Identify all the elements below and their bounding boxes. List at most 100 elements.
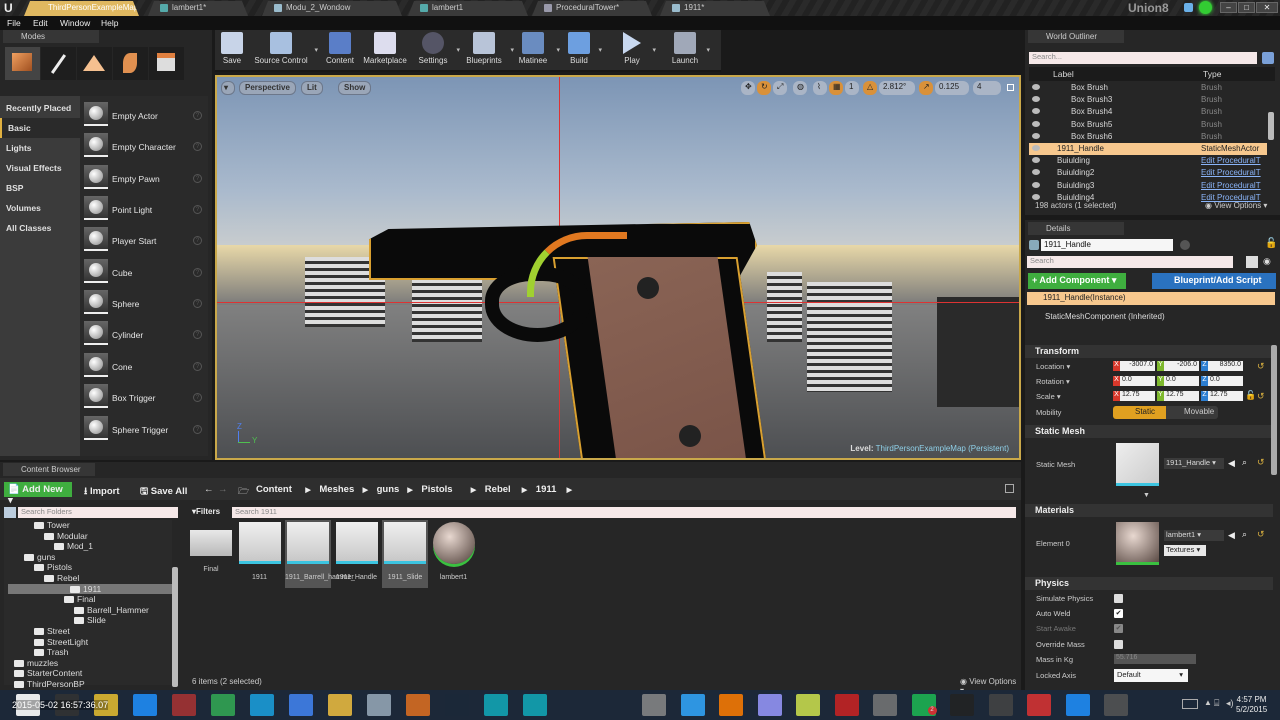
rotation-snap-icon[interactable]: △ [863,81,877,95]
help-icon[interactable] [1180,240,1190,250]
folder-item[interactable]: Rebel [44,573,79,583]
dropdown-icon[interactable]: ▾ [456,46,460,54]
visibility-eye-icon[interactable] [1032,96,1040,103]
tab-procedural-tower[interactable]: ProceduralTower* [532,1,652,16]
category-recently-placed[interactable]: Recently Placed [0,98,80,118]
place-item-cube[interactable]: Cube? [84,259,206,289]
rotation-label[interactable]: Rotation ▾ [1036,377,1070,386]
sources-toggle-icon[interactable] [4,507,16,518]
rotate-icon[interactable]: ↻ [757,81,771,95]
place-item-sphere[interactable]: Sphere? [84,290,206,320]
reset-icon[interactable]: ↺ [1257,361,1265,372]
visibility-eye-icon[interactable] [1032,108,1040,115]
rotation-y-field[interactable]: 0.0 [1157,376,1199,386]
component-row[interactable]: StaticMeshComponent (Inherited) [1045,312,1165,321]
breadcrumb-item[interactable]: 1911 [536,484,557,495]
col-type-header[interactable]: Type [1203,69,1221,79]
folder-item[interactable]: Pistols [34,562,72,572]
details-tab[interactable]: Details [1028,222,1124,235]
play-button[interactable]: Play ▾ [617,32,656,70]
source-control-button[interactable]: Source Control ▾ [253,32,318,70]
marketplace-button[interactable]: Marketplace [361,32,409,70]
expand-icon[interactable]: ▼ [1143,492,1150,499]
notification-icon[interactable] [1199,1,1212,14]
category-volumes[interactable]: Volumes [0,198,80,218]
import-button[interactable]: ⭳ Import [80,482,124,497]
outliner-scrollbar[interactable] [1268,112,1274,140]
folder-item[interactable]: Slide [74,615,106,625]
outliner-view-options[interactable]: ◉ View Options ▾ [1205,201,1267,210]
breadcrumb-separator-icon[interactable]: ▶ [407,486,412,494]
visibility-eye-icon[interactable] [1032,132,1040,139]
grid-size-value[interactable]: 1 [845,81,859,95]
place-item-point-light[interactable]: Point Light? [84,196,206,226]
transform-section-header[interactable]: Transform [1025,345,1273,358]
epic-games-icon[interactable] [950,694,974,716]
landscape-mode-icon[interactable] [77,47,112,80]
place-item-empty-character[interactable]: Empty Character? [84,133,206,163]
blueprint-add-script-button[interactable]: Blueprint/Add Script [1152,273,1276,289]
perspective-button[interactable]: Perspective [239,81,296,95]
help-icon[interactable]: ? [193,142,202,151]
category-visual-effects[interactable]: Visual Effects [0,158,80,178]
steam-icon[interactable] [445,694,469,716]
visibility-eye-icon[interactable] [1032,157,1040,164]
dropdown-icon[interactable]: ▾ [314,46,318,54]
asset-tile[interactable]: 1911_Handle [334,520,380,588]
lock-scale-icon[interactable]: 🔓 [1245,390,1256,401]
network-icon[interactable]: ⌸ [1214,698,1219,709]
outliner-row[interactable]: Buiulding Edit ProceduralT [1029,155,1267,167]
dropdown-icon[interactable]: ▾ [706,46,710,54]
search-icon[interactable] [642,694,666,716]
auto-weld-checkbox[interactable]: ✔ [1114,609,1123,618]
maya-icon[interactable] [484,694,508,716]
use-selected-icon[interactable]: ◀ [1228,458,1235,469]
help-icon[interactable]: ? [193,362,202,371]
save-button[interactable]: Save [219,32,245,70]
scale-label[interactable]: Scale ▾ [1036,392,1061,401]
visibility-eye-icon[interactable] [1032,145,1040,151]
menu-file[interactable]: File [7,18,21,28]
add-actor-icon[interactable] [1262,52,1274,64]
content-button[interactable]: Content [323,32,357,70]
simulate-physics-checkbox[interactable] [1114,594,1123,603]
outliner-row[interactable]: Box Brush5 Brush [1029,119,1267,131]
breadcrumb-separator-icon[interactable]: ▶ [363,486,368,494]
component-instance-row[interactable]: 1911_Handle(Instance) [1027,292,1275,305]
system-clock[interactable]: 4:57 PM 5/2/2015 [1236,695,1267,715]
breadcrumb-item[interactable]: Content [256,484,292,495]
maya-2-icon[interactable] [523,694,547,716]
folder-item[interactable]: muzzles [14,658,58,668]
feedback-icon[interactable] [1184,3,1193,12]
visibility-eye-icon[interactable] [1032,120,1040,127]
show-button[interactable]: Show [338,81,372,95]
breadcrumb-item[interactable]: Meshes [319,484,354,495]
keyboard-icon[interactable] [1182,699,1198,709]
breadcrumb-separator-icon[interactable]: ▶ [305,486,310,494]
place-item-empty-pawn[interactable]: Empty Pawn? [84,165,206,195]
visibility-eye-icon[interactable] [1032,169,1040,176]
asset-tile[interactable]: Final [188,520,234,588]
override-mass-checkbox[interactable] [1114,640,1123,649]
outliner-row[interactable]: Box Brush4 Brush [1029,106,1267,118]
help-icon[interactable]: ? [193,236,202,245]
location-x-field[interactable]: -3007.0 [1113,361,1155,371]
dropdown-icon[interactable]: ▾ [510,46,514,54]
translate-icon[interactable]: ✥ [741,81,755,95]
maximize-button[interactable]: □ [1238,2,1255,13]
materials-section-header[interactable]: Materials [1025,504,1273,517]
world-outliner-tab[interactable]: World Outliner [1028,30,1124,43]
rotation-z-field[interactable]: 0.0 [1201,376,1243,386]
volume-icon[interactable]: ◂) [1226,698,1234,709]
lock-icon[interactable]: 🔓 [1265,238,1277,249]
paint-mode-icon[interactable] [41,47,76,80]
outliner-row[interactable]: Box Brush6 Brush [1029,131,1267,143]
reset-icon[interactable]: ↺ [1257,391,1265,402]
matinee-button[interactable]: Matinee ▾ [515,32,560,70]
scale-snap-icon[interactable]: ↗ [919,81,933,95]
mobility-static-option[interactable]: Static [1113,406,1166,419]
help-icon[interactable]: ? [193,111,202,120]
app-minecraft-icon[interactable] [211,694,235,716]
after-effects-icon[interactable] [757,694,782,716]
grid-snap-icon[interactable]: ▦ [829,81,843,95]
